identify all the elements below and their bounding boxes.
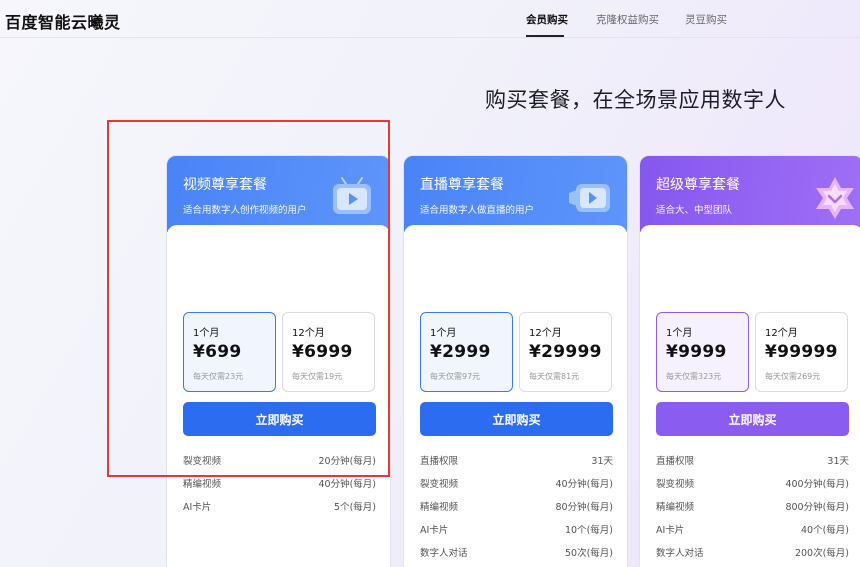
logo[interactable]: 百度智能云曦灵 — [5, 9, 121, 33]
option-daily-price: 每天仅需323元 — [666, 372, 722, 381]
feature-row: AI卡片 5个(每月) — [183, 499, 376, 515]
card-body: 1个月 ¥9999 每天仅需323元 12个月 ¥99999 每天仅需269元 … — [640, 225, 860, 567]
feature-row: 直播权限 31天 — [656, 453, 849, 469]
feature-value: 800分钟(每月) — [785, 502, 849, 513]
feature-row: 精编视频 40分钟(每月) — [183, 476, 376, 492]
card-body: 1个月 ¥699 每天仅需23元 12个月 ¥6999 每天仅需19元 立即购买… — [167, 225, 390, 567]
option-period: 12个月 — [765, 328, 798, 339]
option-daily-price: 每天仅需269元 — [765, 372, 821, 381]
feature-row: AI卡片 40个(每月) — [656, 522, 849, 538]
buy-now-button[interactable]: 立即购买 — [420, 402, 613, 436]
feature-name: AI卡片 — [656, 525, 685, 536]
feature-name: AI卡片 — [420, 525, 449, 536]
option-1-month[interactable]: 1个月 ¥2999 每天仅需97元 — [420, 312, 513, 392]
card-subtitle: 适合用数字人创作视频的用户 — [183, 205, 307, 216]
plan-card-super: 超级尊享套餐 适合大、中型团队 1个月 ¥9999 每天仅需323元 12个月 … — [639, 155, 860, 567]
feature-name: 直播权限 — [656, 456, 695, 467]
feature-value: 10个(每月) — [564, 525, 613, 536]
card-title: 视频尊享套餐 — [183, 177, 267, 193]
option-price: ¥99999 — [765, 342, 838, 362]
feature-row: 精编视频 800分钟(每月) — [656, 499, 849, 515]
page-headline: 购买套餐，在全场景应用数字人 — [485, 88, 786, 112]
feature-row: 数字人对话 50次(每月) — [420, 545, 613, 561]
feature-value: 20分钟(每月) — [318, 456, 376, 467]
feature-row: 裂变视频 20分钟(每月) — [183, 453, 376, 469]
feature-value: 200次(每月) — [794, 548, 849, 559]
top-bar: 百度智能云曦灵 会员购买 克隆权益购买 灵豆购买 — [0, 0, 860, 38]
nav-clone-rights-purchase[interactable]: 克隆权益购买 — [596, 12, 659, 27]
feature-value: 31天 — [827, 456, 849, 467]
feature-name: AI卡片 — [183, 502, 212, 513]
video-camera-icon — [569, 184, 610, 212]
tv-play-icon — [333, 177, 371, 214]
feature-row: 裂变视频 40分钟(每月) — [420, 476, 613, 492]
card-subtitle: 适合大、中型团队 — [656, 205, 733, 216]
feature-name: 精编视频 — [420, 502, 459, 513]
option-period: 1个月 — [430, 328, 457, 339]
feature-name: 裂变视频 — [656, 479, 695, 490]
option-price: ¥6999 — [292, 342, 353, 362]
option-1-month[interactable]: 1个月 ¥9999 每天仅需323元 — [656, 312, 749, 392]
option-price: ¥9999 — [666, 342, 727, 362]
feature-value: 40分钟(每月) — [555, 479, 613, 490]
option-price: ¥29999 — [529, 342, 602, 362]
feature-row: 裂变视频 400分钟(每月) — [656, 476, 849, 492]
feature-name: 裂变视频 — [420, 479, 459, 490]
feature-value: 5个(每月) — [334, 502, 376, 513]
option-daily-price: 每天仅需19元 — [292, 372, 343, 381]
option-12-month[interactable]: 12个月 ¥6999 每天仅需19元 — [282, 312, 375, 392]
feature-value: 40个(每月) — [800, 525, 849, 536]
star-crown-icon — [816, 177, 854, 219]
card-body: 1个月 ¥2999 每天仅需97元 12个月 ¥29999 每天仅需81元 立即… — [404, 225, 627, 567]
feature-row: AI卡片 10个(每月) — [420, 522, 613, 538]
feature-value: 400分钟(每月) — [785, 479, 849, 490]
feature-name: 数字人对话 — [420, 548, 468, 559]
option-period: 1个月 — [666, 328, 693, 339]
card-header: 超级尊享套餐 适合大、中型团队 — [640, 156, 860, 232]
option-price: ¥2999 — [430, 342, 491, 362]
feature-name: 精编视频 — [183, 479, 222, 490]
card-header: 直播尊享套餐 适合用数字人做直播的用户 — [404, 156, 627, 232]
card-title: 超级尊享套餐 — [656, 177, 740, 193]
plan-card-video: 视频尊享套餐 适合用数字人创作视频的用户 1个月 ¥699 每天仅需23元 12… — [166, 155, 391, 567]
feature-name: 数字人对话 — [656, 548, 704, 559]
option-price: ¥699 — [193, 342, 242, 362]
option-period: 1个月 — [193, 328, 220, 339]
option-period: 12个月 — [292, 328, 325, 339]
feature-row: 直播权限 31天 — [420, 453, 613, 469]
card-title: 直播尊享套餐 — [420, 177, 504, 193]
feature-name: 裂变视频 — [183, 456, 222, 467]
option-12-month[interactable]: 12个月 ¥99999 每天仅需269元 — [755, 312, 848, 392]
nav-member-purchase[interactable]: 会员购买 — [526, 12, 568, 27]
feature-value: 31天 — [591, 456, 613, 467]
nav-lingdou-purchase[interactable]: 灵豆购买 — [685, 12, 727, 27]
card-subtitle: 适合用数字人做直播的用户 — [420, 205, 535, 216]
buy-now-button[interactable]: 立即购买 — [656, 402, 849, 436]
buy-now-button[interactable]: 立即购买 — [183, 402, 376, 436]
feature-value: 50次(每月) — [564, 548, 613, 559]
feature-value: 80分钟(每月) — [555, 502, 613, 513]
option-daily-price: 每天仅需97元 — [430, 372, 481, 381]
feature-name: 精编视频 — [656, 502, 695, 513]
card-header: 视频尊享套餐 适合用数字人创作视频的用户 — [167, 156, 390, 232]
plan-card-live: 直播尊享套餐 适合用数字人做直播的用户 1个月 ¥2999 每天仅需97元 12… — [403, 155, 628, 567]
feature-row: 数字人对话 200次(每月) — [656, 545, 849, 561]
feature-name: 直播权限 — [420, 456, 459, 467]
feature-row: 精编视频 80分钟(每月) — [420, 499, 613, 515]
option-daily-price: 每天仅需81元 — [529, 372, 580, 381]
nav-active-underline — [526, 35, 564, 37]
option-12-month[interactable]: 12个月 ¥29999 每天仅需81元 — [519, 312, 612, 392]
option-daily-price: 每天仅需23元 — [193, 372, 244, 381]
option-1-month[interactable]: 1个月 ¥699 每天仅需23元 — [183, 312, 276, 392]
option-period: 12个月 — [529, 328, 562, 339]
feature-value: 40分钟(每月) — [318, 479, 376, 490]
